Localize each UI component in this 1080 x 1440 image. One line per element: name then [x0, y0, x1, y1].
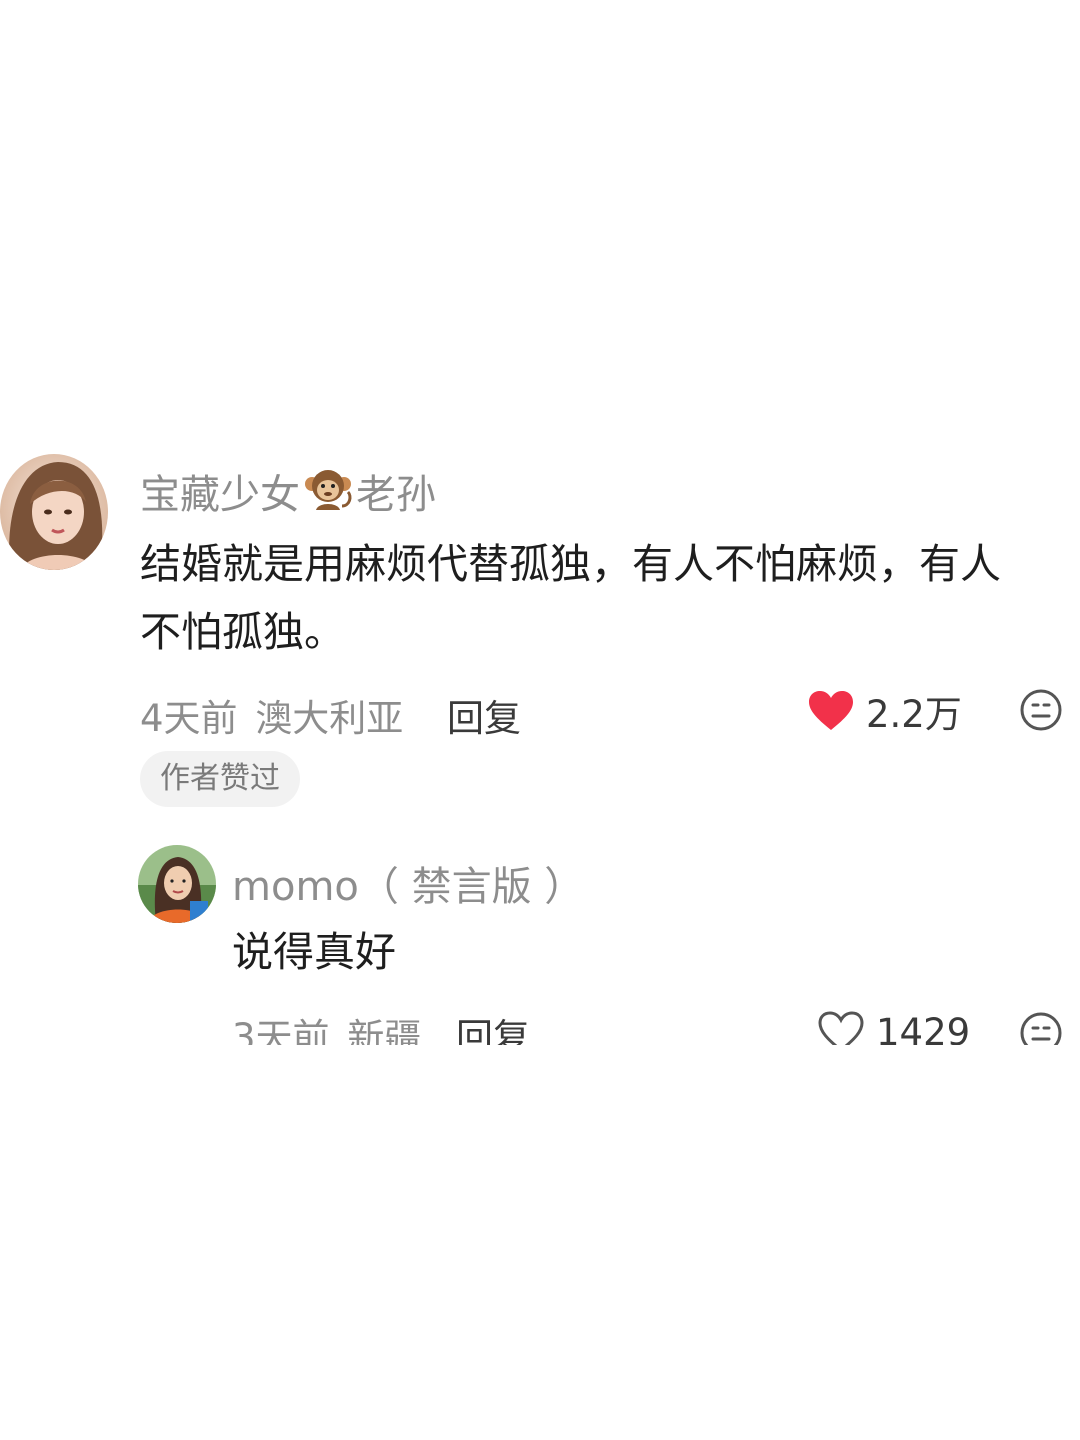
- heart-outline-icon: [818, 1011, 864, 1045]
- reply-button[interactable]: 回复: [447, 688, 521, 742]
- heart-filled-icon: [808, 690, 854, 732]
- reply-location: 新疆: [347, 1016, 422, 1045]
- like-button[interactable]: 2.2万: [808, 688, 962, 736]
- reply-text: 说得真好: [232, 928, 396, 976]
- comment-time: 4天前: [140, 697, 238, 740]
- comment-location: 澳大利亚: [255, 697, 404, 740]
- reply-time: 3天前: [232, 1016, 330, 1045]
- comment-text: 结婚就是用麻烦代替孤独，有人不怕麻烦，有人 不怕孤独。: [140, 530, 1080, 666]
- reply-username[interactable]: momo（ 禁言版 ）: [232, 854, 584, 912]
- comment-text-line: 不怕孤独。: [140, 608, 345, 656]
- username-suffix: 老孙: [356, 472, 436, 518]
- user-avatar[interactable]: [138, 845, 216, 923]
- like-count: 1429: [876, 1010, 971, 1046]
- neutral-face-icon: [1020, 1012, 1062, 1045]
- reply-meta: 3天前 新疆: [232, 1007, 421, 1045]
- comment-meta: 4天前 澳大利亚: [140, 688, 403, 742]
- comment-username[interactable]: 宝藏少女 老孙: [140, 462, 436, 524]
- neutral-face-icon: [1020, 689, 1062, 731]
- like-count: 2.2万: [866, 693, 962, 736]
- user-avatar[interactable]: [0, 454, 108, 570]
- dislike-button[interactable]: [1019, 1011, 1063, 1045]
- username-prefix: 宝藏少女: [140, 472, 300, 518]
- comment-text-line: 结婚就是用麻烦代替孤独，有人不怕麻烦，有人: [140, 540, 1001, 588]
- reply-button[interactable]: 回复: [456, 1007, 530, 1045]
- like-button[interactable]: 1429: [818, 1009, 970, 1045]
- reply-actions-row: 3天前 新疆 回复 1429: [0, 1005, 1080, 1045]
- dislike-button[interactable]: [1019, 688, 1063, 732]
- author-liked-badge: 作者赞过: [140, 751, 300, 807]
- monkey-icon: [302, 466, 354, 524]
